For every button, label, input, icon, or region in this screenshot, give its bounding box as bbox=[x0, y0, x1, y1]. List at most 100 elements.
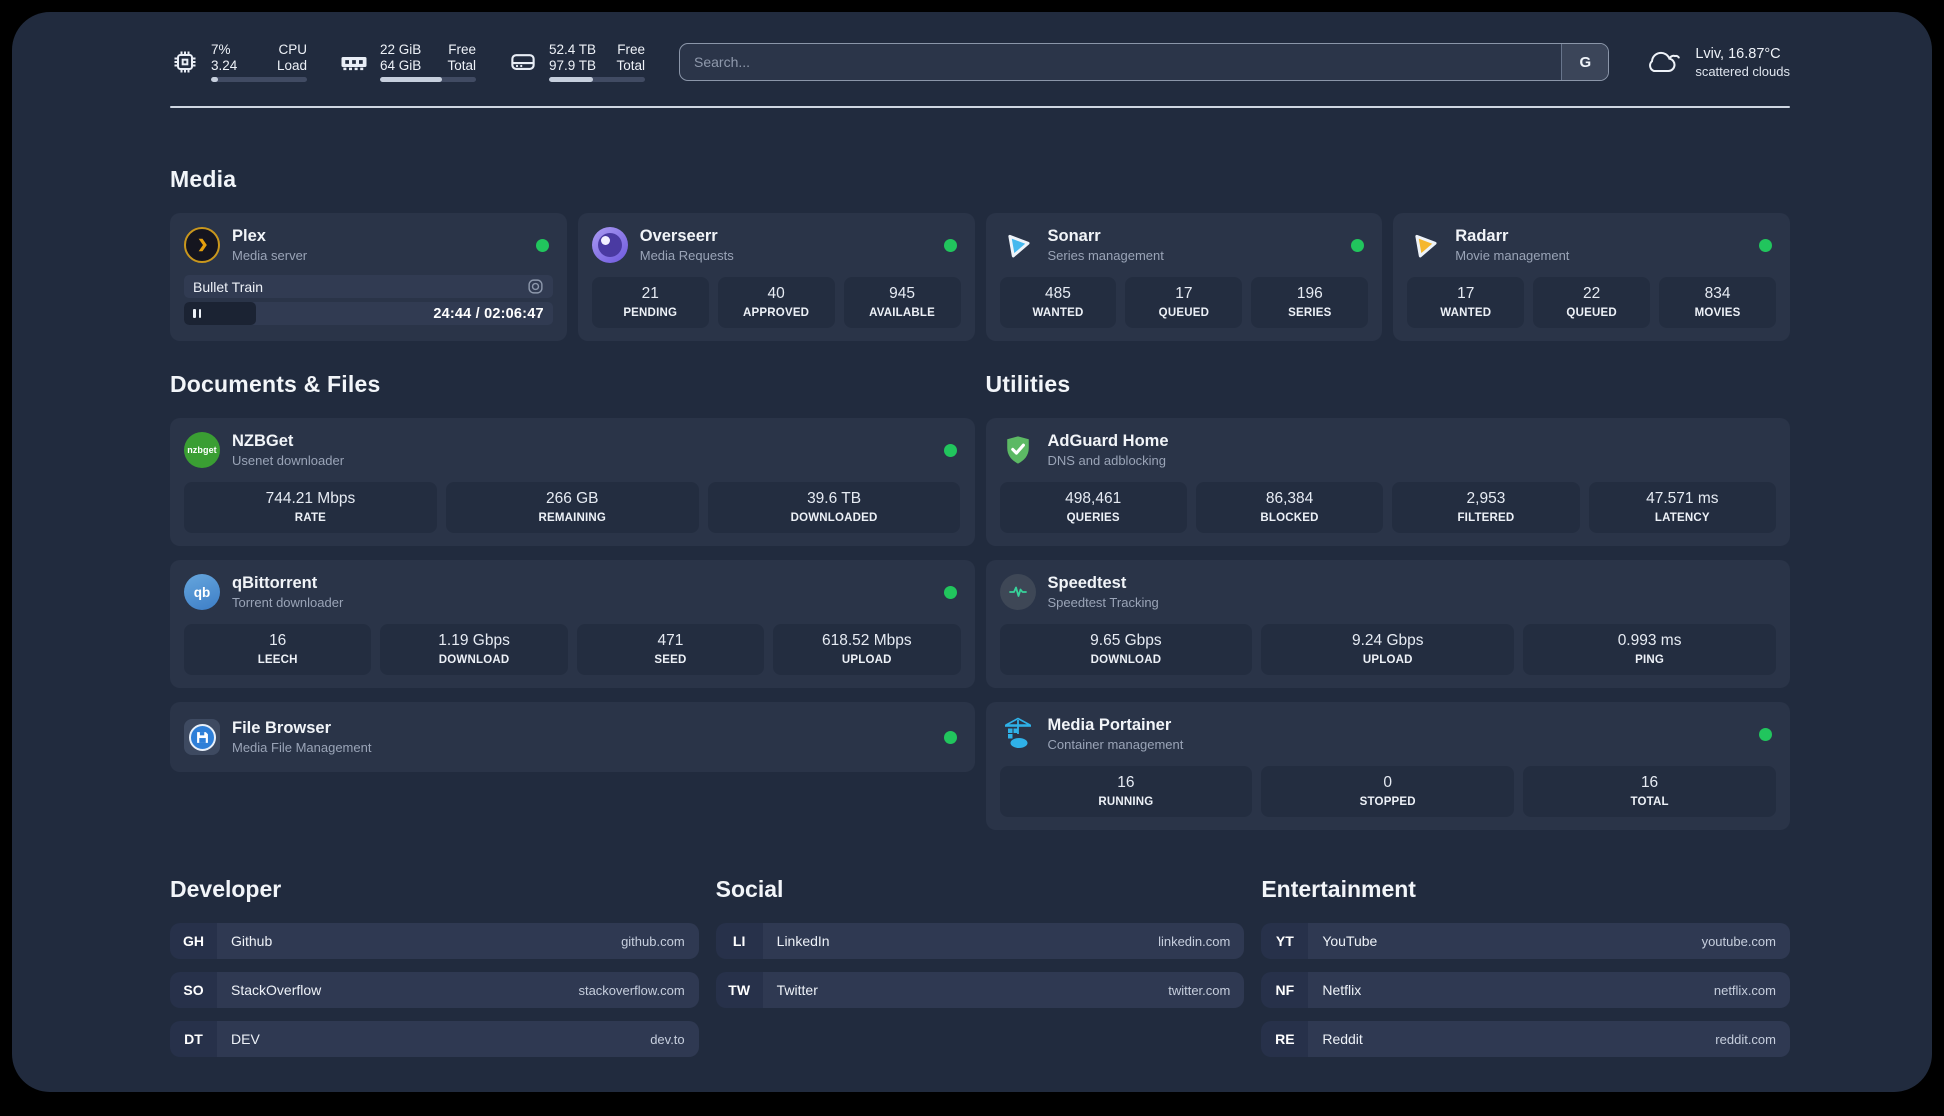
stat-label: PING bbox=[1635, 654, 1665, 666]
stat-value: 9.24 Gbps bbox=[1351, 632, 1424, 649]
stat-label: RATE bbox=[294, 512, 327, 524]
bookmark-url: twitter.com bbox=[1168, 982, 1231, 998]
nzbget-card-header: nzbget NZBGet Usenet downloader bbox=[184, 431, 961, 469]
bookmark-twitter[interactable]: TW Twitter twitter.com bbox=[715, 972, 1245, 1008]
developer-section-title: Developer bbox=[170, 876, 282, 902]
stat-tile: 471 SEED bbox=[576, 624, 765, 675]
app-subtitle: Series management bbox=[1047, 248, 1164, 263]
sonarr-card[interactable]: Sonarr Series management 485 WANTED 17 QUE… bbox=[985, 213, 1383, 341]
playback-time: 24:44 / 02:06:47 bbox=[433, 305, 544, 322]
speedtest-logo-icon bbox=[999, 574, 1036, 610]
filebrowser-card[interactable]: File Browser Media File Management bbox=[170, 702, 975, 772]
playback-progress-bar: 24:44 / 02:06:47 bbox=[184, 302, 553, 325]
documents-cards: nzbget NZBGet Usenet downloader 744.21 M… bbox=[170, 418, 975, 772]
bookmark-stackoverflow[interactable]: SO StackOverflow stackoverflow.com bbox=[170, 972, 699, 1008]
bookmark-name: Twitter bbox=[776, 982, 818, 998]
bookmark-name: Reddit bbox=[1322, 1031, 1363, 1047]
app-name: Sonarr bbox=[1047, 227, 1101, 245]
stat-label: PENDING bbox=[623, 307, 678, 319]
stat-value: 196 bbox=[1296, 285, 1323, 302]
stat-label: DOWNLOADED bbox=[790, 512, 878, 524]
bookmark-netflix[interactable]: NF Netflix netflix.com bbox=[1261, 972, 1790, 1008]
stat-label: QUEUED bbox=[1566, 307, 1617, 319]
speedtest-card[interactable]: Speedtest Speedtest Tracking 9.65 Gbps DO… bbox=[985, 560, 1790, 688]
bookmark-abbr: RE bbox=[1261, 1021, 1309, 1057]
stat-tile: 17 QUEUED bbox=[1125, 277, 1243, 328]
media-section-title: Media bbox=[170, 166, 237, 192]
stat-value: 2,953 bbox=[1466, 490, 1506, 507]
radarr-card[interactable]: Radarr Movie management 17 WANTED 22 QUEUE… bbox=[1393, 213, 1790, 341]
stat-tile: 17 WANTED bbox=[1407, 277, 1525, 328]
bookmark-reddit[interactable]: RE Reddit reddit.com bbox=[1261, 1021, 1790, 1057]
radarr-titles: Radarr Movie management bbox=[1455, 227, 1569, 263]
weather-condition: scattered clouds bbox=[1695, 63, 1790, 79]
qbittorrent-titles: qBittorrent Torrent downloader bbox=[232, 574, 343, 610]
stat-label: DOWNLOAD bbox=[438, 654, 510, 666]
memory-label-2: Total bbox=[447, 58, 476, 73]
bookmark-name: DEV bbox=[231, 1031, 260, 1047]
stat-value: 485 bbox=[1045, 285, 1071, 302]
stat-tile: 22 QUEUED bbox=[1533, 277, 1651, 328]
stat-tile: 16 RUNNING bbox=[999, 766, 1253, 817]
overseerr-card[interactable]: Overseerr Media Requests 21 PENDING 40 APP… bbox=[577, 213, 975, 341]
cpu-text: 7% 3.24 CPU Load bbox=[211, 42, 307, 75]
bookmark-pill: DEV dev.to bbox=[217, 1021, 699, 1057]
nzbget-titles: NZBGet Usenet downloader bbox=[232, 432, 344, 468]
portainer-card-header: Media Portainer Container management bbox=[1000, 715, 1777, 753]
developer-section: Developer GH Github github.com SO StackOv… bbox=[170, 876, 699, 1070]
search-bar: G bbox=[679, 43, 1610, 81]
bookmark-abbr: DT bbox=[170, 1021, 217, 1057]
app-subtitle: Media Requests bbox=[639, 248, 734, 263]
status-dot bbox=[943, 443, 957, 457]
adguard-card[interactable]: AdGuard Home DNS and adblocking 498,461 Q… bbox=[985, 418, 1790, 546]
app-subtitle: Speedtest Tracking bbox=[1047, 595, 1159, 610]
stat-tile: 1.19 Gbps DOWNLOAD bbox=[380, 624, 568, 675]
weather-widget[interactable]: Lviv, 16.87°C scattered clouds bbox=[1643, 45, 1790, 79]
bookmark-url: reddit.com bbox=[1715, 1031, 1776, 1047]
bookmark-abbr: NF bbox=[1261, 972, 1309, 1008]
search-input[interactable] bbox=[680, 44, 1562, 80]
adguard-logo-icon bbox=[1000, 432, 1036, 468]
portainer-card[interactable]: Media Portainer Container management 16 R… bbox=[985, 702, 1790, 830]
radarr-card-header: Radarr Movie management bbox=[1407, 226, 1776, 264]
plex-card-header: Plex Media server bbox=[184, 226, 553, 264]
bookmark-linkedin[interactable]: LI LinkedIn linkedin.com bbox=[715, 923, 1245, 959]
app-subtitle: Media File Management bbox=[232, 740, 372, 755]
nzbget-card[interactable]: nzbget NZBGet Usenet downloader 744.21 M… bbox=[170, 418, 975, 546]
sonarr-stats: 485 WANTED 17 QUEUED 196 SERIES bbox=[999, 277, 1369, 328]
stat-tile: 834 MOVIES bbox=[1659, 277, 1777, 328]
stat-label: QUEUED bbox=[1158, 307, 1210, 319]
radarr-stats: 17 WANTED 22 QUEUED 834 MOVIES bbox=[1407, 277, 1777, 328]
documents-section: Documents & Files nzbget NZBGet Usenet d… bbox=[170, 371, 975, 772]
cpu-chip-icon bbox=[170, 47, 200, 77]
stat-value: 22 bbox=[1583, 285, 1601, 302]
stat-label: QUERIES bbox=[1066, 512, 1120, 524]
status-dot bbox=[1759, 238, 1772, 252]
cpu-label-2: Load bbox=[276, 58, 307, 73]
bookmark-github[interactable]: GH Github github.com bbox=[170, 923, 699, 959]
nzbget-logo-icon: nzbget bbox=[184, 432, 220, 468]
memory-free-value: 22 GiB bbox=[380, 41, 422, 57]
disk-total-value: 97.9 TB bbox=[549, 58, 597, 73]
stat-label: LEECH bbox=[257, 654, 298, 666]
speedtest-titles: Speedtest Speedtest Tracking bbox=[1048, 574, 1159, 610]
stat-value: 47.571 ms bbox=[1646, 490, 1719, 507]
stat-tile: 16 LEECH bbox=[184, 624, 372, 675]
memory-text: 22 GiB 64 GiB Free Total bbox=[380, 42, 476, 75]
search-engine-button[interactable]: G bbox=[1561, 44, 1609, 80]
cpu-progress-fill bbox=[211, 77, 218, 83]
disk-label-1: Free bbox=[617, 41, 645, 57]
stat-label: SEED bbox=[654, 654, 687, 666]
memory-progress-track bbox=[380, 77, 476, 83]
pause-icon[interactable] bbox=[193, 309, 202, 318]
app-subtitle: Usenet downloader bbox=[232, 453, 345, 468]
disk-text: 52.4 TB 97.9 TB Free Total bbox=[549, 42, 645, 75]
plex-card[interactable]: Plex Media server Bullet Train 24:44 / 0… bbox=[170, 213, 567, 341]
cpu-progress-track bbox=[211, 77, 307, 83]
portainer-logo-icon bbox=[1000, 716, 1036, 752]
bookmark-youtube[interactable]: YT YouTube youtube.com bbox=[1261, 923, 1790, 959]
bookmark-dev[interactable]: DT DEV dev.to bbox=[170, 1021, 699, 1057]
stat-tile: 86,384 BLOCKED bbox=[1195, 482, 1384, 533]
status-dot bbox=[535, 238, 549, 252]
qbittorrent-card[interactable]: qb qBittorrent Torrent downloader 16 LEEC… bbox=[170, 560, 975, 688]
